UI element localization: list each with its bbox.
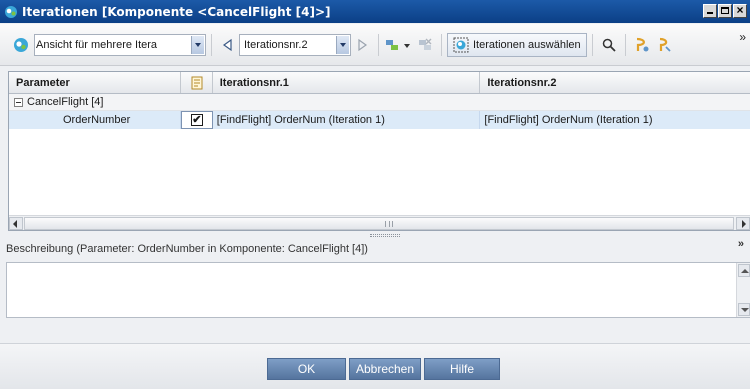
- scroll-left-icon[interactable]: [9, 217, 23, 230]
- arrow-right-icon: [358, 38, 368, 51]
- add-iteration-icon: [386, 39, 410, 50]
- group-row[interactable]: CancelFlight [4]: [9, 94, 750, 111]
- help-button[interactable]: Hilfe: [424, 358, 500, 380]
- grid-header: Parameter Iterationsnr.1 Iterationsnr.2: [9, 72, 750, 94]
- select-iterations-label: Iterationen auswählen: [473, 38, 581, 51]
- app-icon: [4, 5, 18, 19]
- horizontal-scrollbar[interactable]: [9, 215, 750, 230]
- vertical-scrollbar[interactable]: [736, 263, 750, 317]
- next-iteration-button[interactable]: [351, 34, 373, 56]
- column-header-iteration-2[interactable]: Iterationsnr.2: [480, 72, 750, 93]
- parameter-grid: Parameter Iterationsnr.1 Iterationsnr.2 …: [8, 71, 750, 231]
- scrollbar-thumb[interactable]: [24, 217, 734, 230]
- toolbar-overflow-icon[interactable]: »: [739, 30, 746, 44]
- grip-icon: [385, 221, 393, 227]
- chevron-down-icon[interactable]: [336, 35, 349, 54]
- toolbar-separator: [624, 33, 626, 56]
- close-icon: ×: [736, 3, 744, 17]
- collapse-icon[interactable]: [14, 97, 23, 107]
- chevron-down-icon[interactable]: [191, 35, 204, 54]
- search-icon: [602, 38, 616, 52]
- ok-button[interactable]: OK: [267, 358, 346, 380]
- panel-splitter[interactable]: [370, 234, 400, 237]
- iteration-1-cell[interactable]: [FindFlight] OrderNum (Iteration 1): [212, 111, 481, 129]
- previous-iteration-button[interactable]: [217, 34, 239, 56]
- toolbar-separator: [378, 33, 379, 56]
- collapse-description-icon[interactable]: »: [738, 238, 744, 250]
- close-button[interactable]: ×: [733, 3, 747, 18]
- cancel-button[interactable]: Abbrechen: [349, 358, 421, 380]
- arrow-left-icon: [222, 38, 232, 51]
- minimize-button[interactable]: [703, 4, 717, 18]
- checkbox-cell[interactable]: ✔: [180, 111, 213, 129]
- view-mode-value: Ansicht für mehrere Itera: [36, 38, 158, 51]
- group-label: CancelFlight [4]: [27, 96, 104, 108]
- row-checkbox[interactable]: ✔: [190, 114, 203, 126]
- link-parameter-button[interactable]: [631, 34, 653, 56]
- select-iterations-icon: [453, 37, 469, 52]
- delete-iteration-button[interactable]: [414, 34, 436, 56]
- unlink-parameter-icon: [659, 37, 671, 52]
- minimize-icon: [707, 12, 713, 14]
- view-mode-select[interactable]: Ansicht für mehrere Itera: [34, 33, 206, 56]
- column-header-parameter[interactable]: Parameter: [9, 72, 181, 93]
- maximize-button[interactable]: [718, 4, 732, 18]
- link-parameter-icon: [636, 37, 649, 51]
- add-iteration-button[interactable]: [384, 34, 414, 56]
- toolbar: Ansicht für mehrere Itera Iterationsnr.2…: [0, 24, 750, 66]
- unlink-parameter-button[interactable]: [653, 34, 675, 56]
- description-textarea[interactable]: [6, 262, 750, 318]
- table-row[interactable]: OrderNumber ✔ [FindFlight] OrderNum (Ite…: [9, 111, 750, 129]
- iteration-2-cell[interactable]: [FindFlight] OrderNum (Iteration 1): [480, 111, 750, 129]
- search-button[interactable]: [598, 34, 620, 56]
- scroll-down-icon[interactable]: [738, 303, 750, 316]
- parameter-cell[interactable]: OrderNumber: [9, 111, 181, 129]
- maximize-icon: [721, 7, 729, 14]
- multi-iteration-view-icon: [10, 34, 32, 56]
- delete-iteration-icon: [419, 38, 432, 50]
- dialog-footer: OK Abbrechen Hilfe: [0, 344, 750, 389]
- description-label: Beschreibung (Parameter: OrderNumber in …: [6, 243, 368, 255]
- iteration-select[interactable]: Iterationsnr.2: [239, 33, 351, 56]
- toolbar-separator: [591, 33, 593, 56]
- column-header-flag[interactable]: [181, 72, 213, 93]
- toolbar-separator: [441, 33, 442, 56]
- scroll-right-icon[interactable]: [736, 217, 750, 230]
- parameter-list-icon: [191, 76, 203, 89]
- window-title: Iterationen [Komponente <CancelFlight [4…: [22, 4, 331, 19]
- toolbar-separator: [211, 33, 212, 56]
- select-iterations-button[interactable]: Iterationen auswählen: [447, 32, 587, 57]
- column-header-iteration-1[interactable]: Iterationsnr.1: [213, 72, 481, 93]
- title-bar: Iterationen [Komponente <CancelFlight [4…: [0, 0, 750, 23]
- scroll-up-icon[interactable]: [738, 264, 750, 277]
- window-controls: ×: [703, 3, 747, 18]
- iteration-value: Iterationsnr.2: [244, 38, 308, 51]
